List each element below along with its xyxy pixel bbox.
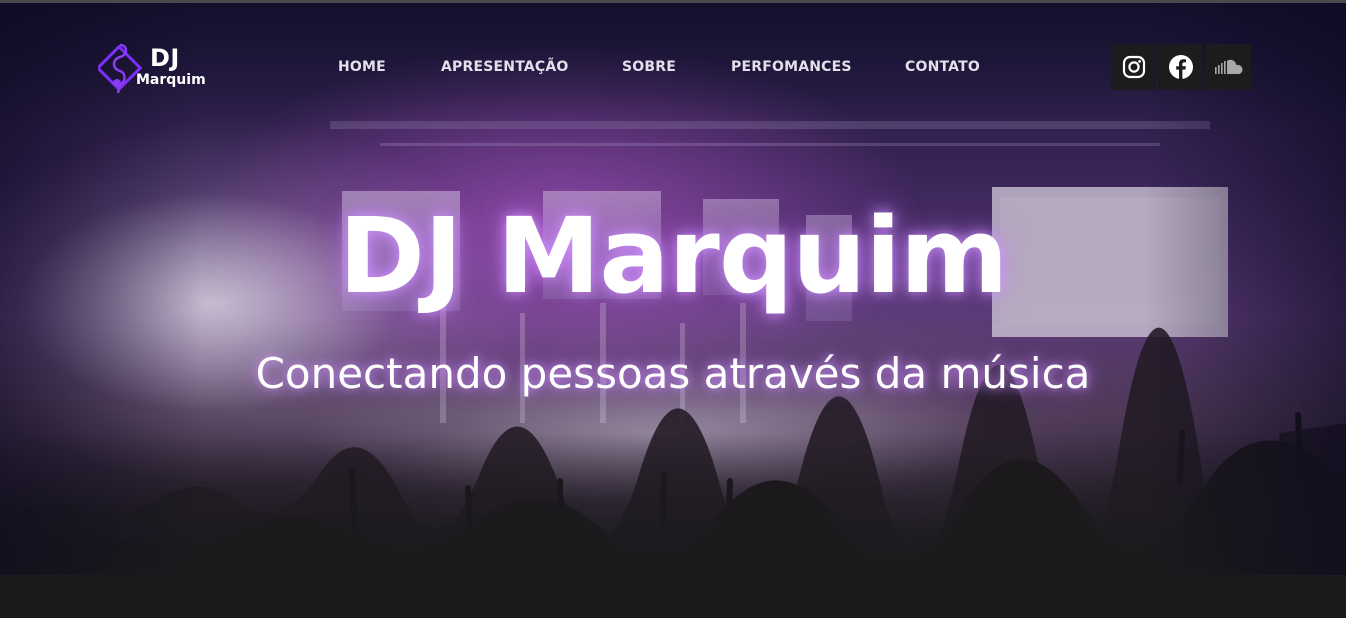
hero-title: DJ Marquim (338, 195, 1009, 317)
next-section (0, 575, 1346, 618)
nav-item-perfomances[interactable]: PERFOMANCES (731, 59, 852, 75)
hero-subtitle: Conectando pessoas através da música (255, 349, 1091, 398)
soundcloud-icon (1214, 59, 1242, 74)
social-links (1111, 44, 1252, 90)
nav-item-contato[interactable]: CONTATO (905, 59, 980, 75)
facebook-button[interactable] (1158, 44, 1203, 90)
instagram-button[interactable] (1111, 44, 1156, 90)
site-header: DJ Marquim HOME APRESENTAÇÃO SOBRE PERFO… (0, 3, 1346, 133)
soundcloud-button[interactable] (1206, 44, 1251, 90)
nav-item-sobre[interactable]: SOBRE (622, 59, 676, 75)
nav-item-apresentacao[interactable]: APRESENTAÇÃO (441, 59, 569, 75)
facebook-icon (1168, 55, 1193, 79)
instagram-icon (1122, 55, 1145, 79)
hero-section: DJ Marquim HOME APRESENTAÇÃO SOBRE PERFO… (0, 3, 1346, 575)
nav-item-home[interactable]: HOME (338, 59, 386, 75)
